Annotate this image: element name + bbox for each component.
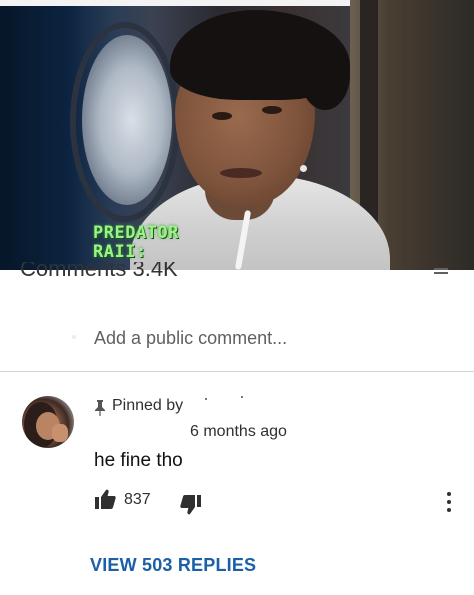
video-player[interactable]: PREDATOR RAII: [0,0,474,270]
thumbs-up-icon[interactable] [94,488,116,510]
user-avatar [72,335,76,339]
avatar-hand [52,424,68,442]
sort-icon[interactable] [434,268,448,274]
caption-line-1: PREDATOR [93,223,179,243]
comment-text: he fine tho [94,450,183,471]
left-eye [212,112,232,120]
more-vertical-icon[interactable] [444,490,454,514]
mouth [220,168,262,178]
comment-timestamp: 6 months ago [190,423,287,440]
right-eye [262,106,282,114]
pinned-by-label: Pinned by [112,397,184,414]
add-comment-input[interactable] [94,324,424,352]
thumbs-down-icon[interactable] [180,494,202,516]
add-comment-row [0,300,474,372]
view-replies-button[interactable]: VIEW 503 REPLIES [90,555,256,576]
commenter-avatar[interactable] [22,396,74,448]
pinned-by-name [205,396,245,402]
wall-clock [82,35,172,205]
pin-icon [95,400,105,416]
comments-header: Comments 3.4K [20,262,178,276]
earring [300,165,307,172]
like-count: 837 [124,491,151,508]
caption-line-2: RAII: [93,242,147,262]
hair-side [300,40,350,110]
comment-item: Pinned by 6 months ago he fine tho 837 V… [0,372,474,595]
video-caption: PREDATOR RAII: [93,224,179,262]
